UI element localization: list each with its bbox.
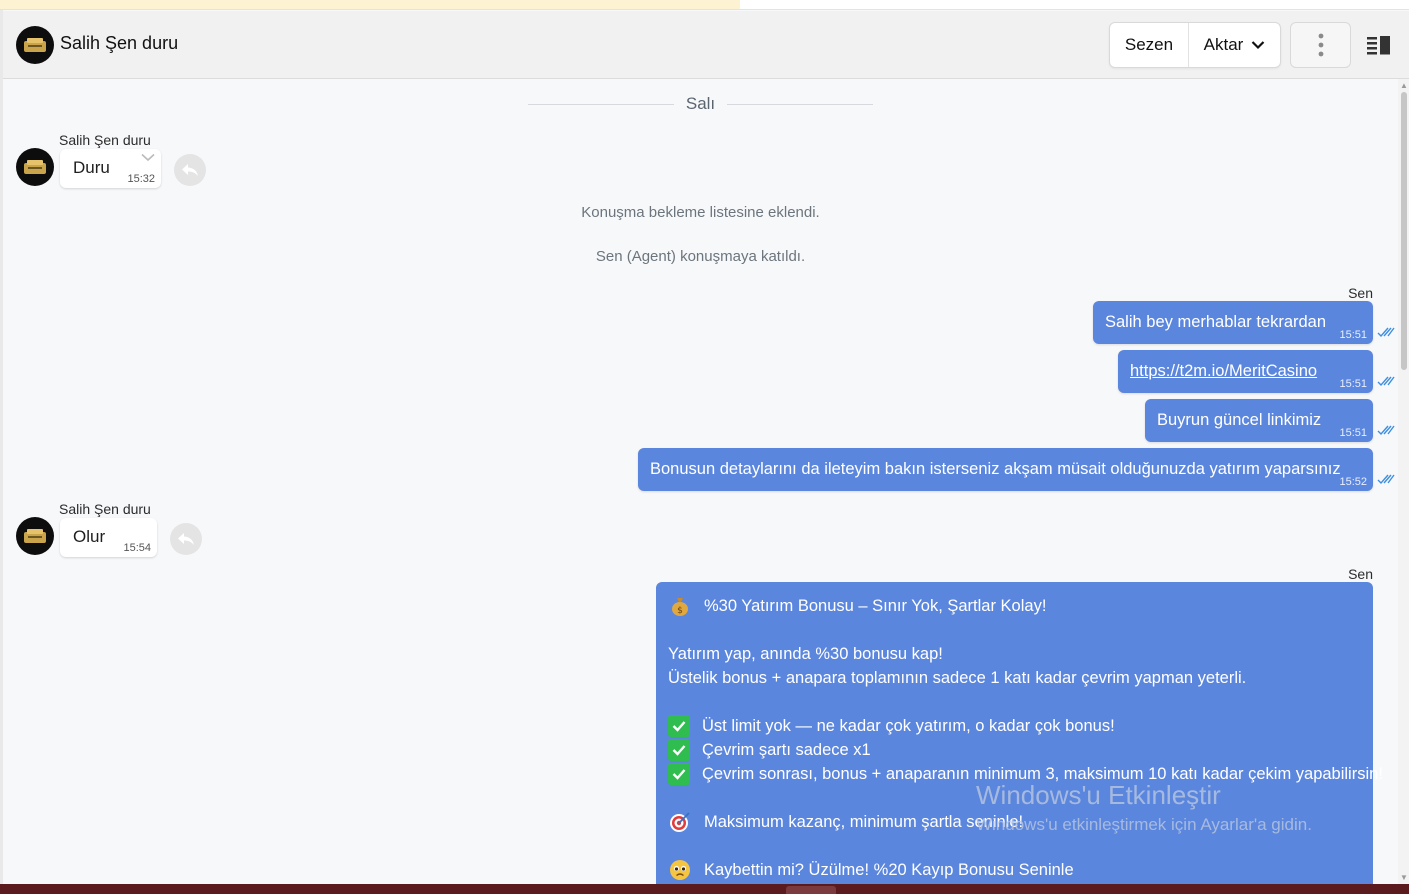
side-panel-icon xyxy=(1367,36,1390,55)
toggle-panel-button[interactable] xyxy=(1367,35,1393,57)
promo-sad-text: Kaybettin mi? Üzülme! %20 Kayıp Bonusu S… xyxy=(704,861,1074,879)
browser-notice-strip xyxy=(0,0,1409,10)
check-icon xyxy=(668,763,690,785)
promo-line: Üstelik bonus + anapara toplamının sadec… xyxy=(668,669,1247,687)
promo-line: Yatırım yap, anında %30 bonusu kap! xyxy=(668,645,943,663)
message-text: Bonusun detaylarını da ileteyim bakın is… xyxy=(650,460,1341,478)
reply-button[interactable] xyxy=(170,523,202,555)
read-tick-icon xyxy=(1377,474,1395,485)
promo-check-line: Çevrim şartı sadece x1 xyxy=(668,738,1361,762)
contact-name: Salih Şen duru xyxy=(60,33,179,53)
message-text: Buyrun güncel linkimiz xyxy=(1157,411,1322,429)
message-time: 15:51 xyxy=(1339,378,1367,390)
day-label: Salı xyxy=(685,94,716,113)
message-list[interactable]: Salı Salih Şen duru Duru 15:32 Konuşma b… xyxy=(3,79,1398,884)
target-icon xyxy=(668,811,692,833)
transfer-label: Aktar xyxy=(1203,35,1244,54)
me-label: Sen xyxy=(1348,566,1373,582)
scrollbar-thumb[interactable] xyxy=(1401,92,1407,370)
svg-text:$: $ xyxy=(677,606,683,616)
chat-header: Salih Şen duru Sezen Aktar xyxy=(3,11,1409,79)
day-separator: Salı xyxy=(528,94,874,114)
contact-avatar[interactable] xyxy=(16,26,54,64)
reply-icon xyxy=(182,164,198,176)
scroll-down-arrow-icon[interactable]: ▼ xyxy=(1400,873,1408,882)
sender-avatar xyxy=(16,148,54,186)
promo-title: %30 Yatırım Bonusu – Sınır Yok, Şartlar … xyxy=(704,597,1047,615)
kebab-menu-icon xyxy=(1318,33,1323,57)
promo-title-line: $ %30 Yatırım Bonusu – Sınır Yok, Şartla… xyxy=(668,594,1361,618)
header-action-group: Sezen Aktar xyxy=(1109,22,1281,68)
message-text: Duru xyxy=(73,158,110,177)
transfer-button[interactable]: Aktar xyxy=(1189,23,1280,67)
scroll-up-arrow-icon[interactable]: ▲ xyxy=(1400,81,1408,90)
notice-bar xyxy=(0,0,740,9)
activation-watermark-title: Windows'u Etkinleştir xyxy=(976,780,1221,810)
message-text: Salih bey merhablar tekrardan xyxy=(1105,313,1327,331)
message-text: Olur xyxy=(73,527,106,546)
promo-check-text: Üst limit yok — ne kadar çok yatırım, o … xyxy=(702,717,1115,735)
incoming-message[interactable]: Olur 15:54 xyxy=(60,518,157,557)
outgoing-promo-message[interactable]: $ %30 Yatırım Bonusu – Sınır Yok, Şartla… xyxy=(656,582,1383,884)
taskbar-item[interactable] xyxy=(786,886,836,894)
separator-line xyxy=(528,103,674,105)
message-time: 15:51 xyxy=(1339,329,1367,341)
chevron-down-icon xyxy=(1252,41,1265,50)
me-label: Sen xyxy=(1348,285,1373,301)
reply-icon xyxy=(178,533,194,545)
sender-name: Salih Şen duru xyxy=(59,132,151,148)
message-time: 15:54 xyxy=(123,542,151,554)
promo-sad-line: Kaybettin mi? Üzülme! %20 Kayıp Bonusu S… xyxy=(668,858,1361,882)
message-time: 15:52 xyxy=(1339,476,1367,488)
outgoing-message[interactable]: Salih bey merhablar tekrardan 15:51 xyxy=(1093,301,1373,344)
check-icon xyxy=(668,715,690,737)
outgoing-message[interactable]: https://t2m.io/MeritCasino 15:51 xyxy=(1118,350,1373,393)
activation-watermark-subtitle: Windows'u etkinleştirmek için Ayarlar'a … xyxy=(976,815,1312,834)
read-tick-icon xyxy=(1377,425,1395,436)
os-taskbar xyxy=(0,884,1409,894)
message-time: 15:32 xyxy=(127,173,155,185)
reply-button[interactable] xyxy=(174,154,206,186)
system-message: Sen (Agent) konuşmaya katıldı. xyxy=(595,248,806,265)
more-options-button[interactable] xyxy=(1290,22,1351,68)
assignee-button[interactable]: Sezen xyxy=(1110,23,1189,67)
read-tick-icon xyxy=(1377,327,1395,338)
promo-check-line: Üst limit yok — ne kadar çok yatırım, o … xyxy=(668,714,1361,738)
outgoing-message[interactable]: Bonusun detaylarını da ileteyim bakın is… xyxy=(638,448,1373,491)
message-menu-chevron-icon[interactable] xyxy=(141,153,155,162)
assignee-label: Sezen xyxy=(1124,35,1174,54)
promo-check-text: Çevrim şartı sadece x1 xyxy=(702,741,871,759)
outgoing-message[interactable]: Buyrun güncel linkimiz 15:51 xyxy=(1145,399,1373,442)
money-bag-icon: $ xyxy=(668,595,692,617)
message-time: 15:51 xyxy=(1339,427,1367,439)
incoming-message[interactable]: Duru 15:32 xyxy=(60,149,161,188)
read-tick-icon xyxy=(1377,376,1395,387)
system-message: Konuşma bekleme listesine eklendi. xyxy=(581,204,820,221)
sender-avatar xyxy=(16,517,54,555)
pleading-face-icon xyxy=(668,859,692,881)
message-link[interactable]: https://t2m.io/MeritCasino xyxy=(1130,362,1317,381)
separator-line xyxy=(727,103,874,105)
sender-name: Salih Şen duru xyxy=(59,501,151,517)
check-icon xyxy=(668,739,690,761)
